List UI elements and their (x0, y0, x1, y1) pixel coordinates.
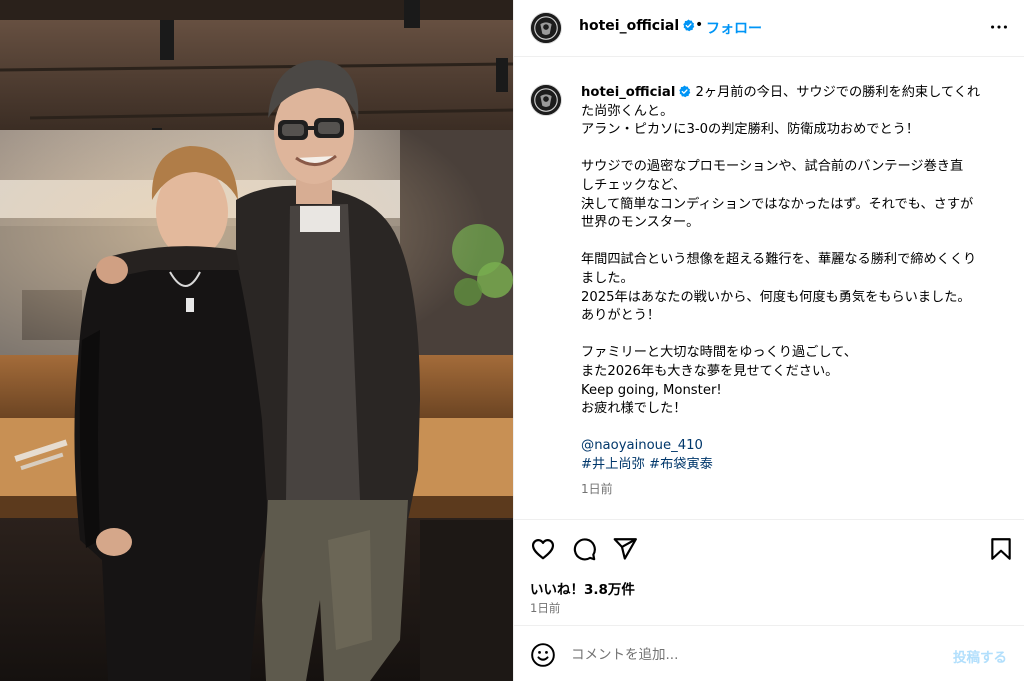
caption-line: お疲れ様でした！ (581, 401, 687, 417)
mention-link[interactable]: @naoyainoue_410 (581, 438, 703, 453)
caption-line: 世界のモンスター。 (581, 215, 700, 231)
caption-line: Keep going, Monster! (581, 382, 722, 398)
caption-line: ファミリーと大切な時間をゆっくり過ごして、 (581, 345, 857, 361)
separator-dot: • (695, 17, 704, 33)
caption-line: ました。 (581, 270, 634, 286)
like-count[interactable]: いいね！3.8万件 (530, 578, 635, 598)
hashtag-link[interactable]: #布袋寅泰 (649, 457, 713, 472)
post-comment-button[interactable]: 投稿する (953, 646, 1007, 666)
profile-logo-icon (531, 13, 561, 43)
caption-line: また2026年も大きな夢を見せてください。 (581, 363, 839, 379)
username-text: hotei_official (581, 85, 676, 100)
post-date: 1日前 (530, 601, 561, 615)
username-text: hotei_official (579, 18, 680, 34)
caption-line: 年間四試合という想像を超える難行を、華麗なる勝利で締めくくり (581, 252, 977, 268)
caption-paragraph-4: ファミリーと大切な時間をゆっくり過ごして、 また2026年も大きな夢を見せてくださ… (581, 344, 1007, 418)
post-image (0, 0, 513, 681)
follow-button[interactable]: フォロー (706, 18, 762, 38)
caption-username[interactable]: hotei_official (581, 85, 691, 100)
heart-icon[interactable] (530, 536, 556, 562)
verified-badge-icon (683, 19, 695, 32)
caption-line: アラン・ピカソに3-0の判定勝利、防衛成功おめでとう！ (581, 122, 920, 138)
post-caption: hotei_official 2ヶ月前の今日、サウジでの勝利を約束してくれた尚弥… (581, 84, 1007, 474)
profile-logo-icon (531, 85, 561, 115)
post-detail-panel: hotei_official • フォロー hotei_official 2ヶ月… (513, 0, 1024, 681)
comment-input[interactable] (571, 641, 941, 669)
caption-paragraph-1: hotei_official 2ヶ月前の今日、サウジでの勝利を約束してくれた尚弥… (581, 84, 1007, 140)
caption-line: ありがとう！ (581, 308, 661, 324)
post-photo[interactable] (0, 0, 513, 681)
caption-line: しチェックなど、 (581, 177, 686, 193)
more-horizontal-icon[interactable] (988, 16, 1010, 38)
caption-section: hotei_official 2ヶ月前の今日、サウジでの勝利を約束してくれた尚弥… (514, 57, 1024, 520)
caption-line: 2ヶ月前の今日、サウジでの勝利を約束してくれ (695, 85, 981, 100)
caption-timestamp: 1日前 (581, 482, 613, 496)
post-header: hotei_official • フォロー (514, 0, 1024, 57)
caption-line: 決して簡単なコンディションではなかったはず。それでも、さすが (581, 196, 974, 212)
avatar[interactable] (530, 12, 562, 44)
caption-avatar[interactable] (530, 84, 562, 116)
post-author-username[interactable]: hotei_official (579, 18, 695, 34)
bookmark-icon[interactable] (988, 536, 1014, 562)
paper-plane-icon[interactable] (612, 536, 638, 562)
caption-line: た尚弥くんと。 (581, 103, 674, 119)
hashtag-link[interactable]: #井上尚弥 (581, 457, 645, 472)
caption-paragraph-3: 年間四試合という想像を超える難行を、華麗なる勝利で締めくくり ました。 2025年は… (581, 251, 1007, 325)
caption-tags: @naoyainoue_410 #井上尚弥 #布袋寅泰 (581, 437, 1007, 474)
caption-line: サウジでの過密なプロモーションや、試合前のバンテージ巻き直 (581, 159, 964, 175)
post-actions: いいね！3.8万件 1日前 (514, 520, 1024, 626)
verified-badge-icon (679, 85, 691, 98)
comment-bubble-icon[interactable] (571, 536, 597, 562)
caption-paragraph-2: サウジでの過密なプロモーションや、試合前のバンテージ巻き直 しチェックなど、決して… (581, 158, 1007, 232)
smiley-icon[interactable] (530, 642, 556, 668)
caption-line: 2025年はあなたの戦いから、何度も何度も勇気をもらいました。 (581, 289, 971, 305)
comment-bar: 投稿する (514, 627, 1024, 681)
